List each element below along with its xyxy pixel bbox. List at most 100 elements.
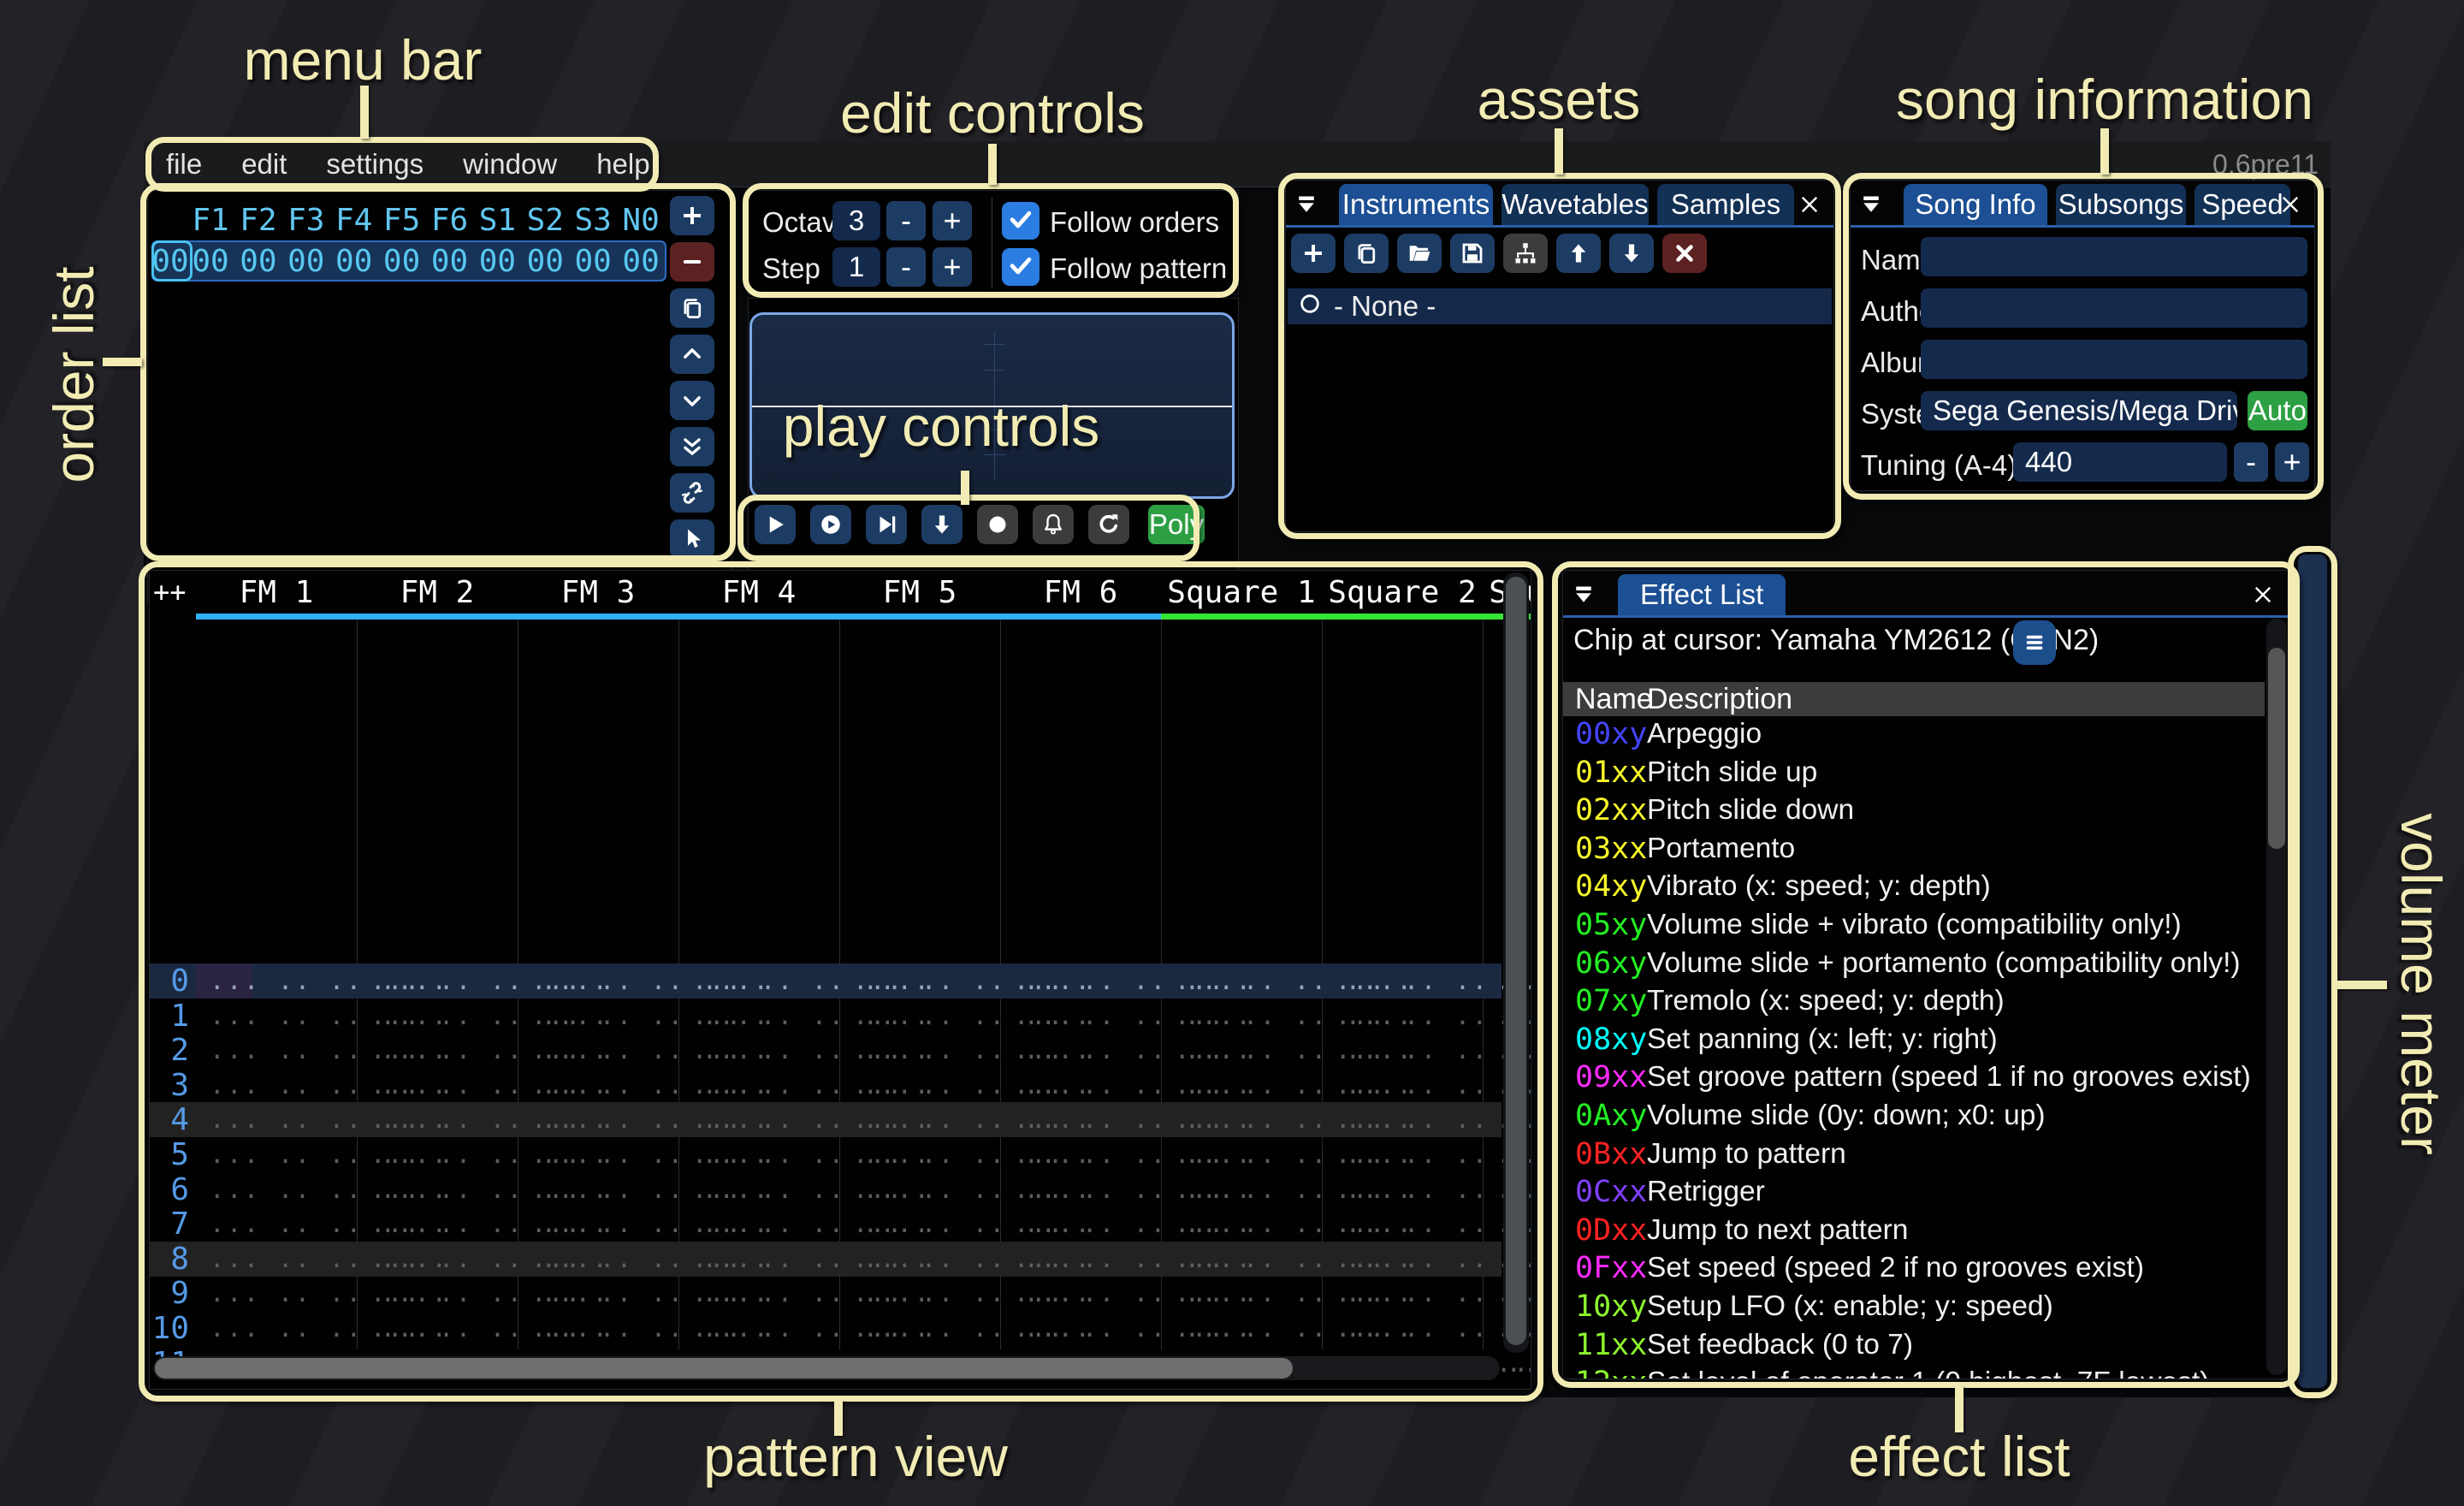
move-order-up-button[interactable] bbox=[670, 335, 714, 374]
order-cell[interactable]: 00 bbox=[619, 244, 663, 279]
open-asset-button[interactable] bbox=[1397, 234, 1442, 273]
annotation-volume-meter: volume meter bbox=[2389, 813, 2454, 1155]
save-asset-button[interactable] bbox=[1450, 234, 1495, 273]
add-asset-button[interactable] bbox=[1291, 234, 1336, 273]
remove-order-button[interactable] bbox=[670, 242, 714, 282]
step-plus-button[interactable]: + bbox=[933, 247, 972, 287]
order-change-mode-button[interactable] bbox=[670, 519, 714, 559]
order-cursor bbox=[151, 240, 192, 282]
menu-item-file[interactable]: file bbox=[166, 148, 202, 181]
tab-song-info[interactable]: Song Info bbox=[1904, 184, 2047, 225]
pattern-vertical-scrollbar-thumb[interactable] bbox=[1506, 577, 1526, 1345]
channel-header-fm-6[interactable]: FM 6 bbox=[1000, 574, 1161, 610]
channel-header-square-2[interactable]: Square 2 bbox=[1322, 574, 1483, 610]
collapse-icon[interactable] bbox=[1854, 187, 1888, 222]
assets-panel: InstrumentsWavetablesSamples - None - bbox=[1285, 180, 1834, 532]
tab-wavetables[interactable]: Wavetables bbox=[1502, 184, 1649, 225]
octave-minus-button[interactable]: - bbox=[886, 201, 926, 240]
song-info-tab-underline bbox=[1851, 225, 2314, 228]
pattern-horizontal-scrollbar-thumb[interactable] bbox=[155, 1358, 1293, 1379]
x-icon bbox=[1672, 240, 1697, 266]
step-row-button[interactable] bbox=[921, 505, 962, 544]
tab-subsongs[interactable]: Subsongs bbox=[2056, 184, 2186, 225]
channel-header-fm-4[interactable]: FM 4 bbox=[678, 574, 839, 610]
poly-button[interactable]: Poly bbox=[1148, 505, 1205, 544]
instrument-list-item[interactable]: - None - bbox=[1288, 288, 1832, 324]
order-cell[interactable]: 00 bbox=[475, 244, 519, 279]
channel-header-fm-1[interactable]: FM 1 bbox=[196, 574, 357, 610]
collapse-icon[interactable] bbox=[1567, 578, 1601, 612]
duplicate-asset-button[interactable] bbox=[1344, 234, 1389, 273]
edit-record-button[interactable] bbox=[977, 505, 1018, 544]
octave-plus-button[interactable]: + bbox=[933, 201, 972, 240]
metronome-button[interactable] bbox=[1033, 505, 1074, 544]
song-info-tab-bar: Song InfoSubsongsSpeed bbox=[1851, 181, 2314, 225]
pattern-horizontal-scrollbar[interactable] bbox=[153, 1356, 1500, 1380]
pattern-vertical-scrollbar[interactable] bbox=[1503, 572, 1529, 1353]
move-order-down-button[interactable] bbox=[670, 381, 714, 420]
menu-item-help[interactable]: help bbox=[596, 148, 649, 181]
effect-list-scrollbar[interactable] bbox=[2266, 619, 2287, 1375]
tuning-minus-button[interactable]: - bbox=[2234, 442, 2268, 482]
effect-list-scrollbar-thumb[interactable] bbox=[2268, 648, 2285, 849]
step-value[interactable]: 1 bbox=[832, 247, 880, 287]
effect-code: 11xx bbox=[1575, 1326, 1647, 1364]
move-asset-up-button[interactable] bbox=[1556, 234, 1601, 273]
follow-orders-checkbox[interactable] bbox=[1002, 202, 1040, 240]
close-icon[interactable] bbox=[1792, 187, 1827, 222]
order-cell[interactable]: 00 bbox=[236, 244, 281, 279]
effect-description: Set feedback (0 to 7) bbox=[1647, 1326, 1913, 1364]
order-cell[interactable]: 00 bbox=[332, 244, 376, 279]
play-pattern-button[interactable] bbox=[810, 505, 851, 544]
effect-description: Vibrato (x: speed; y: depth) bbox=[1647, 868, 1991, 905]
effect-list-panel: Effect List Chip at cursor: Yamaha YM261… bbox=[1562, 570, 2291, 1379]
tuning-plus-button[interactable]: + bbox=[2275, 442, 2309, 482]
channel-header-fm-3[interactable]: FM 3 bbox=[518, 574, 678, 610]
order-cell[interactable]: 00 bbox=[380, 244, 424, 279]
author-input[interactable] bbox=[1921, 288, 2307, 328]
channel-header-square-1[interactable]: Square 1 bbox=[1161, 574, 1322, 610]
close-icon[interactable] bbox=[2273, 187, 2307, 222]
order-cell[interactable]: 00 bbox=[571, 244, 615, 279]
menu-item-edit[interactable]: edit bbox=[241, 148, 287, 181]
duplicate-order-button[interactable] bbox=[670, 288, 714, 328]
tuning-input[interactable]: 440 bbox=[2013, 442, 2227, 482]
annotation-order-list: order list bbox=[41, 266, 106, 483]
follow-pattern-checkbox[interactable] bbox=[1002, 248, 1040, 286]
tab-effect-list[interactable]: Effect List bbox=[1618, 574, 1786, 615]
menu-item-window[interactable]: window bbox=[463, 148, 557, 181]
order-cell[interactable]: 00 bbox=[188, 244, 233, 279]
order-cell[interactable]: 00 bbox=[428, 244, 472, 279]
effect-code: 05xy bbox=[1575, 906, 1647, 944]
check-icon bbox=[1007, 252, 1034, 283]
auto-system-button[interactable]: Auto bbox=[2248, 391, 2307, 430]
duplicate-order-end-button[interactable] bbox=[670, 427, 714, 466]
album-input[interactable] bbox=[1921, 340, 2307, 379]
play-from-cursor-button[interactable] bbox=[866, 505, 907, 544]
effect-list-menu-button[interactable] bbox=[2013, 620, 2056, 665]
channel-header-fm-5[interactable]: FM 5 bbox=[839, 574, 1000, 610]
close-icon[interactable] bbox=[2246, 578, 2280, 612]
tab-instruments[interactable]: Instruments bbox=[1339, 184, 1493, 225]
order-cell[interactable]: 00 bbox=[523, 244, 567, 279]
menu-item-settings[interactable]: settings bbox=[326, 148, 424, 181]
channel-header-fm-2[interactable]: FM 2 bbox=[357, 574, 518, 610]
delete-asset-button[interactable] bbox=[1662, 234, 1707, 273]
step-minus-button[interactable]: - bbox=[886, 247, 926, 287]
deep-clone-order-button[interactable] bbox=[670, 473, 714, 513]
move-asset-down-button[interactable] bbox=[1609, 234, 1654, 273]
refresh-icon bbox=[1096, 512, 1122, 537]
system-select[interactable]: Sega Genesis/Mega Drive bbox=[1921, 391, 2237, 430]
repeat-pattern-button[interactable] bbox=[1088, 505, 1129, 544]
octave-value[interactable]: 3 bbox=[832, 201, 880, 240]
pattern-corner-expand[interactable]: ++ bbox=[153, 576, 187, 608]
assets-toolbar bbox=[1286, 232, 1833, 280]
add-order-button[interactable] bbox=[670, 196, 714, 235]
asset-directory-button[interactable] bbox=[1503, 234, 1548, 273]
order-cell[interactable]: 00 bbox=[284, 244, 329, 279]
effect-code: 08xy bbox=[1575, 1021, 1647, 1058]
play-button[interactable] bbox=[755, 505, 796, 544]
tab-samples[interactable]: Samples bbox=[1657, 184, 1794, 225]
name-input[interactable] bbox=[1921, 237, 2307, 276]
collapse-icon[interactable] bbox=[1289, 187, 1324, 222]
